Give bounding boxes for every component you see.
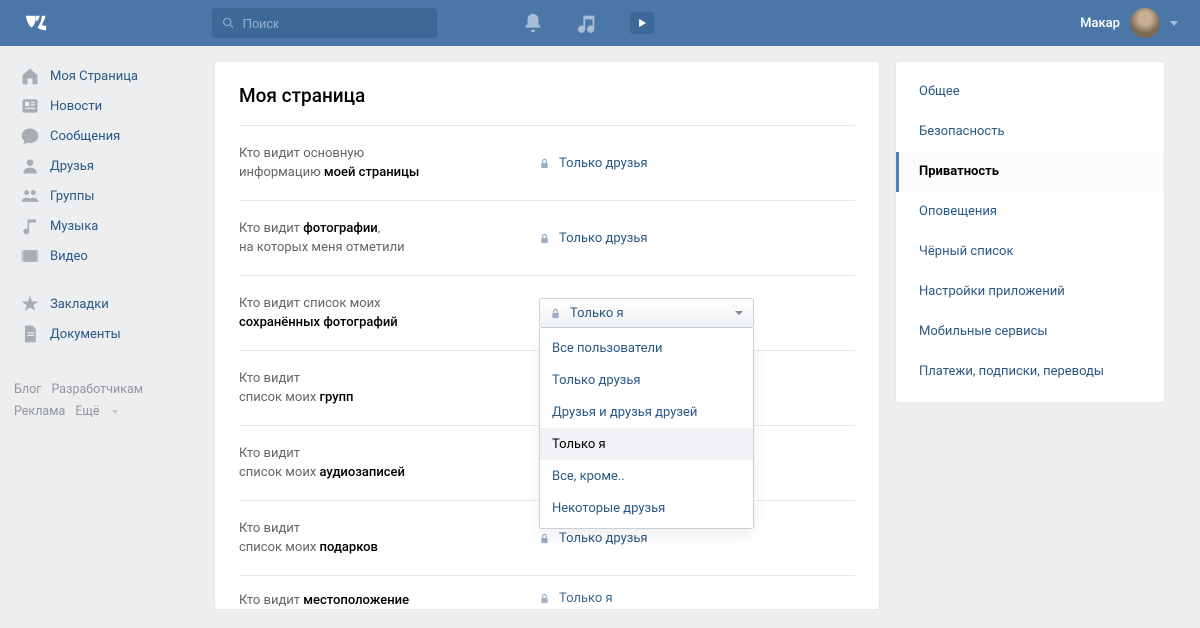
lock-icon	[550, 307, 561, 320]
friends-icon	[20, 156, 40, 176]
nav-label: Музыка	[50, 219, 98, 234]
dropdown-option[interactable]: Только друзья	[540, 364, 753, 396]
setting-row-saved-photos: Кто видит список моих сохранённых фотогр…	[239, 275, 855, 350]
rightnav-security[interactable]: Безопасность	[896, 112, 1164, 152]
vk-logo[interactable]	[17, 12, 52, 34]
video-icon	[20, 246, 40, 266]
nav-friends[interactable]: Друзья	[14, 151, 204, 181]
messages-icon	[20, 126, 40, 146]
footer-links: Блог Разработчикам Реклама Ещё	[14, 379, 204, 423]
footer-developers[interactable]: Разработчикам	[51, 382, 143, 397]
footer-ads[interactable]: Реклама	[14, 404, 65, 419]
music-icon	[20, 216, 40, 236]
setting-value[interactable]: Только друзья	[539, 531, 648, 546]
dropdown-option[interactable]: Все пользователи	[540, 332, 753, 364]
setting-label: Кто видит местоположение	[239, 591, 539, 609]
dropdown-menu: Все пользователи Только друзья Друзья и …	[539, 328, 754, 529]
rightnav-payments[interactable]: Платежи, подписки, переводы	[896, 352, 1164, 392]
footer-blog[interactable]: Блог	[14, 382, 41, 397]
setting-label: Кто видит список моих аудиозаписей	[239, 444, 539, 482]
chevron-down-icon	[735, 311, 743, 315]
groups-icon	[20, 186, 40, 206]
nav-label: Моя Страница	[50, 69, 138, 84]
privacy-dropdown: Только я Все пользователи Только друзья …	[539, 298, 754, 328]
docs-icon	[20, 324, 40, 344]
dropdown-option[interactable]: Некоторые друзья	[540, 492, 753, 524]
nav-label: Закладки	[50, 297, 109, 312]
search-input[interactable]	[243, 16, 427, 31]
dropdown-button[interactable]: Только я	[539, 298, 754, 328]
bookmarks-icon	[20, 294, 40, 314]
music-icon[interactable]	[576, 12, 598, 34]
dropdown-option[interactable]: Все, кроме..	[540, 460, 753, 492]
rightnav-general[interactable]: Общее	[896, 72, 1164, 112]
search-icon	[222, 16, 235, 30]
nav-label: Документы	[50, 327, 121, 342]
footer-more[interactable]: Ещё	[75, 404, 128, 419]
lock-icon	[539, 157, 550, 170]
dropdown-option-selected[interactable]: Только я	[540, 428, 753, 460]
nav-label: Сообщения	[50, 129, 120, 144]
left-sidebar: Моя Страница Новости Сообщения Друзья Гр…	[14, 61, 214, 610]
nav-bookmarks[interactable]: Закладки	[14, 289, 204, 319]
setting-label: Кто видит список моих подарков	[239, 519, 539, 557]
rightnav-blacklist[interactable]: Чёрный список	[896, 232, 1164, 272]
bell-icon[interactable]	[522, 12, 544, 34]
setting-value[interactable]: Только друзья	[539, 231, 648, 246]
top-icons	[522, 12, 654, 34]
nav-label: Группы	[50, 189, 94, 204]
nav-music[interactable]: Музыка	[14, 211, 204, 241]
nav-groups[interactable]: Группы	[14, 181, 204, 211]
username: Макар	[1080, 16, 1120, 31]
top-header: Макар	[0, 0, 1200, 46]
dropdown-option[interactable]: Друзья и друзья друзей	[540, 396, 753, 428]
nav-news[interactable]: Новости	[14, 91, 204, 121]
setting-row-location: Кто видит местоположение Только я	[239, 575, 855, 609]
nav-label: Видео	[50, 249, 88, 264]
news-icon	[20, 96, 40, 116]
rightnav-app-settings[interactable]: Настройки приложений	[896, 272, 1164, 312]
search-box[interactable]	[212, 8, 437, 38]
setting-value[interactable]: Только друзья	[539, 156, 648, 171]
nav-label: Друзья	[50, 159, 94, 174]
video-play-icon[interactable]	[630, 12, 654, 34]
lock-icon	[539, 532, 550, 545]
setting-label: Кто видит основную информацию моей стран…	[239, 144, 539, 182]
nav-docs[interactable]: Документы	[14, 319, 204, 349]
setting-label: Кто видит фотографии, на которых меня от…	[239, 219, 539, 257]
nav-messages[interactable]: Сообщения	[14, 121, 204, 151]
rightnav-notifications[interactable]: Оповещения	[896, 192, 1164, 232]
setting-label: Кто видит список моих групп	[239, 369, 539, 407]
setting-label: Кто видит список моих сохранённых фотогр…	[239, 294, 539, 332]
settings-panel: Моя страница Кто видит основную информац…	[214, 61, 880, 610]
page-title: Моя страница	[239, 62, 855, 125]
nav-my-page[interactable]: Моя Страница	[14, 61, 204, 91]
right-settings-nav: Общее Безопасность Приватность Оповещени…	[895, 61, 1165, 403]
nav-label: Новости	[50, 99, 102, 114]
home-icon	[20, 66, 40, 86]
nav-video[interactable]: Видео	[14, 241, 204, 271]
user-menu[interactable]: Макар	[1080, 8, 1188, 38]
rightnav-mobile[interactable]: Мобильные сервисы	[896, 312, 1164, 352]
avatar	[1130, 8, 1160, 38]
setting-row-tagged-photos: Кто видит фотографии, на которых меня от…	[239, 200, 855, 275]
lock-icon	[539, 592, 550, 605]
chevron-down-icon	[1170, 21, 1178, 26]
chevron-down-icon	[112, 410, 118, 414]
lock-icon	[539, 232, 550, 245]
setting-value[interactable]: Только я	[539, 591, 613, 606]
rightnav-privacy[interactable]: Приватность	[896, 152, 1164, 192]
setting-row-basic-info: Кто видит основную информацию моей стран…	[239, 125, 855, 200]
